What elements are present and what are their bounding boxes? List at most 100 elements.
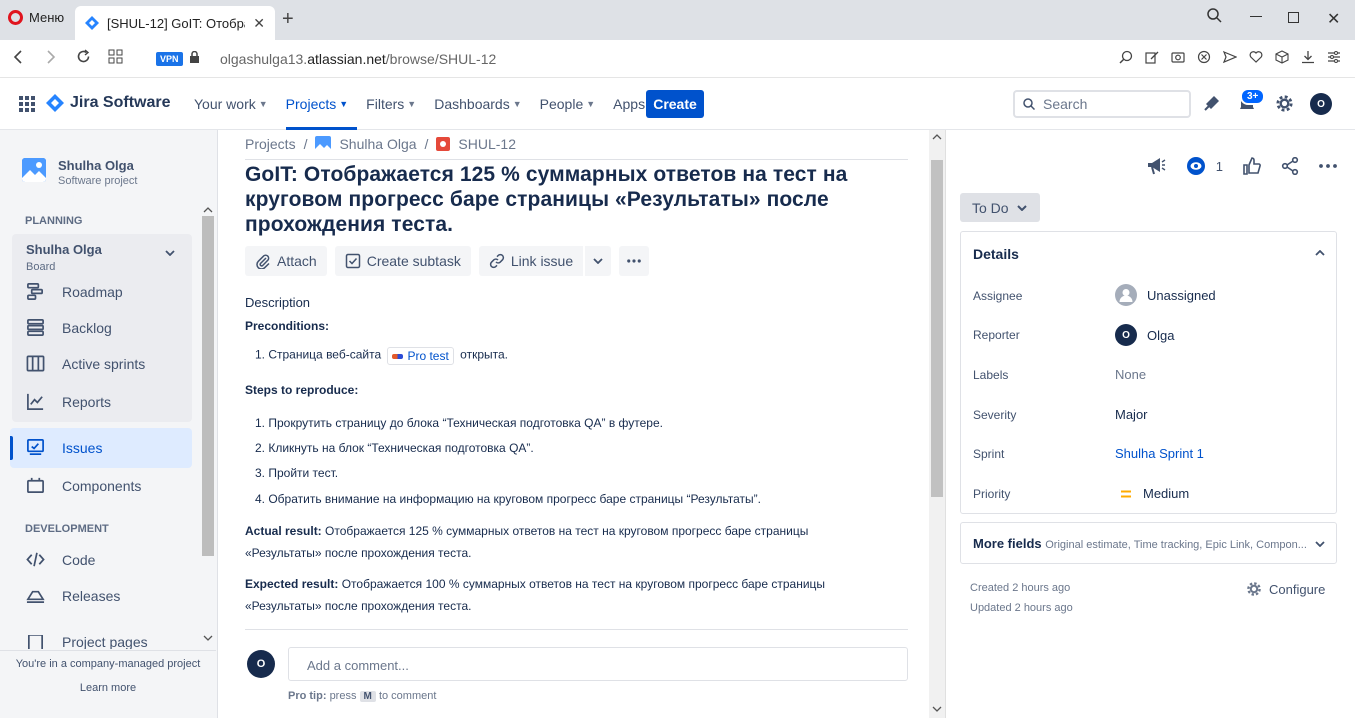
sidebar-item-roadmap[interactable]: Roadmap: [26, 282, 123, 301]
description-label: Description: [245, 295, 311, 310]
more-fields-section[interactable]: More fields Original estimate, Time trac…: [960, 522, 1337, 564]
sidebar-scrollbar[interactable]: [201, 204, 215, 650]
create-button[interactable]: Create: [646, 90, 704, 118]
issue-summary[interactable]: GoIT: Отображается 125 % суммарных ответ…: [245, 162, 865, 237]
step-item: 1. Прокрутить страницу до блока “Техниче…: [255, 416, 663, 430]
pro-tip: Pro tip: press M to comment: [288, 690, 436, 702]
breadcrumb-project[interactable]: Shulha Olga: [339, 136, 416, 152]
nav-dashboards[interactable]: Dashboards ▼: [434, 78, 530, 130]
sidebar-item-backlog[interactable]: Backlog: [26, 318, 112, 337]
issues-icon: [27, 439, 44, 456]
activity-divider: [245, 629, 908, 630]
nav-your-work[interactable]: Your work ▼: [194, 78, 277, 130]
feedback-megaphone-icon[interactable]: [1146, 157, 1166, 175]
expected-result-line2: «Результаты» после прохождения теста.: [245, 599, 472, 613]
more-fields-summary: Original estimate, Time tracking, Epic L…: [1045, 539, 1307, 551]
reporter-value[interactable]: O Olga: [1115, 324, 1174, 346]
labels-value[interactable]: None: [1115, 367, 1146, 382]
sidebar-item-active-sprints[interactable]: Active sprints: [26, 354, 145, 373]
breadcrumb-projects[interactable]: Projects: [245, 136, 296, 152]
chevron-down-icon: [593, 258, 603, 264]
maximize-icon[interactable]: [1288, 12, 1299, 23]
page-search-icon[interactable]: [1119, 50, 1133, 64]
search-input[interactable]: Search: [1013, 90, 1191, 118]
nav-people[interactable]: People ▼: [540, 78, 605, 130]
comment-input[interactable]: Add a comment...: [288, 647, 908, 681]
browser-tab-active[interactable]: [SHUL-12] GoIT: Отображается ✕: [75, 6, 275, 40]
sidebar-item-project-pages[interactable]: Project pages: [26, 635, 148, 649]
more-options-icon[interactable]: [1319, 164, 1337, 168]
app-switcher-icon[interactable]: [19, 96, 35, 112]
sidebar-item-code[interactable]: Code: [26, 550, 95, 569]
reporter-label: Reporter: [973, 328, 1020, 342]
link-issue-dropdown[interactable]: [585, 246, 612, 276]
back-icon[interactable]: [12, 49, 24, 65]
subtask-icon: [345, 253, 360, 269]
precondition-suffix: открыта.: [460, 347, 508, 362]
nav-projects[interactable]: Projects ▼: [285, 78, 358, 130]
snapshot-icon[interactable]: [1171, 50, 1185, 64]
like-thumbs-up-icon[interactable]: [1243, 157, 1261, 175]
status-dropdown[interactable]: To Do: [960, 193, 1040, 222]
download-icon[interactable]: [1301, 50, 1315, 64]
create-subtask-button[interactable]: Create subtask: [334, 246, 471, 276]
lock-icon[interactable]: [189, 51, 200, 64]
attach-button[interactable]: Attach: [245, 246, 327, 276]
settings-sliders-icon[interactable]: [1327, 50, 1341, 64]
edit-icon[interactable]: [1145, 50, 1159, 64]
project-header[interactable]: Shulha Olga Software project: [22, 158, 137, 187]
chevron-down-icon[interactable]: [165, 250, 175, 256]
more-actions-button[interactable]: [619, 246, 650, 276]
severity-value[interactable]: Major: [1115, 407, 1148, 422]
jira-logo[interactable]: Jira Software: [46, 94, 170, 112]
vpn-badge[interactable]: VPN: [156, 52, 183, 66]
forward-icon[interactable]: [45, 49, 57, 65]
tabs-grid-icon[interactable]: [108, 49, 123, 64]
configure-button[interactable]: Configure: [1246, 581, 1325, 597]
search-placeholder: Search: [1043, 96, 1088, 112]
chevron-up-icon[interactable]: [1315, 250, 1325, 256]
sidebar-item-reports[interactable]: Reports: [26, 392, 111, 411]
close-window-icon[interactable]: ✕: [1327, 9, 1340, 29]
minimize-icon[interactable]: [1250, 16, 1262, 17]
adblock-icon[interactable]: [1197, 50, 1211, 64]
development-section-title: DEVELOPMENT: [25, 523, 109, 535]
nav-filters[interactable]: Filters ▼: [366, 78, 425, 130]
link-issue-button[interactable]: Link issue: [478, 246, 584, 276]
learn-more-link[interactable]: Learn more: [0, 682, 216, 694]
url-field[interactable]: olgashulga13.atlassian.net/browse/SHUL-1…: [220, 51, 496, 67]
details-title[interactable]: Details: [973, 246, 1019, 262]
watch-button[interactable]: 1: [1186, 156, 1223, 176]
pro-test-link[interactable]: Pro test: [387, 347, 454, 365]
board-name[interactable]: Shulha Olga: [26, 242, 102, 257]
paperclip-icon: [256, 254, 270, 269]
whats-new-icon[interactable]: [1203, 94, 1221, 112]
sidebar-footer: You're in a company-managed project Lear…: [0, 650, 216, 718]
sidebar-item-issues[interactable]: Issues: [26, 438, 102, 457]
breadcrumb-issue-key[interactable]: SHUL-12: [458, 136, 516, 152]
main-scrollbar[interactable]: [929, 130, 945, 718]
browser-toolbar: [1119, 50, 1341, 64]
sprint-value[interactable]: Shulha Sprint 1: [1115, 446, 1204, 461]
extensions-cube-icon[interactable]: [1275, 50, 1289, 64]
browser-menu-button[interactable]: Меню: [8, 10, 64, 25]
chevron-down-icon: [1016, 204, 1027, 211]
assignee-value[interactable]: Unassigned: [1115, 284, 1216, 306]
priority-label: Priority: [973, 487, 1011, 501]
share-icon[interactable]: [1281, 157, 1299, 175]
pro-tip-suffix: to comment: [378, 690, 437, 702]
reports-icon: [27, 393, 44, 410]
sidebar-item-label: Project pages: [62, 635, 148, 649]
profile-avatar[interactable]: O: [1310, 93, 1332, 115]
settings-gear-icon[interactable]: [1275, 94, 1294, 113]
priority-value[interactable]: Medium: [1119, 486, 1189, 501]
send-icon[interactable]: [1223, 50, 1237, 64]
sidebar-item-releases[interactable]: Releases: [26, 586, 120, 605]
reload-icon[interactable]: [76, 49, 91, 64]
new-tab-button[interactable]: +: [282, 9, 294, 29]
heart-icon[interactable]: [1249, 50, 1263, 64]
pro-test-label: Pro test: [407, 349, 449, 363]
browser-search-icon[interactable]: [1207, 8, 1222, 23]
sidebar-item-components[interactable]: Components: [26, 476, 141, 495]
tab-close-icon[interactable]: ✕: [253, 15, 265, 32]
